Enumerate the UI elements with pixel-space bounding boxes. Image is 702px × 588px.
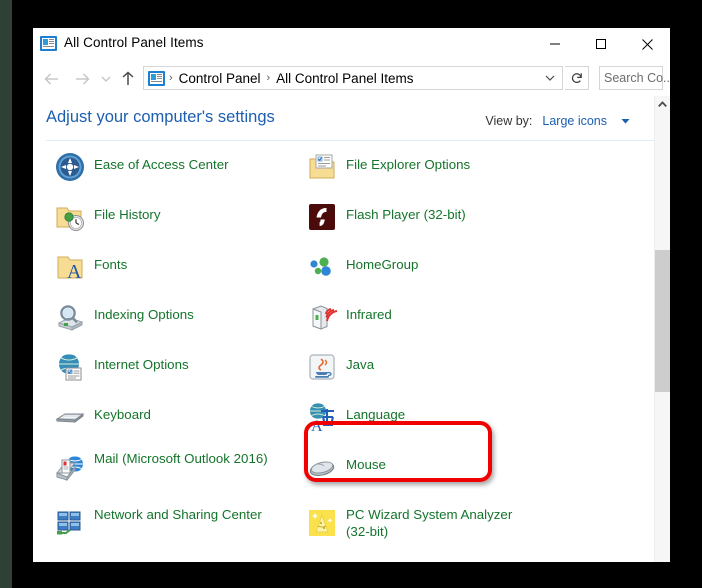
- close-button[interactable]: [624, 28, 670, 60]
- screenshot-root: All Control Panel Items: [0, 0, 702, 588]
- page-title: Adjust your computer's settings: [46, 108, 275, 127]
- control-panel-items-grid: Ease of Access Center: [46, 146, 657, 558]
- up-button[interactable]: [117, 68, 139, 90]
- language-icon: A: [298, 398, 346, 436]
- flash-player-icon: [298, 198, 346, 236]
- scroll-thumb[interactable]: [655, 250, 670, 392]
- control-panel-item-network-and-sharing-center[interactable]: Network and Sharing Center: [46, 502, 298, 558]
- item-label[interactable]: Language: [346, 398, 405, 423]
- back-arrow-icon: [43, 71, 61, 87]
- window-controls: [532, 28, 670, 60]
- breadcrumb-separator-2: ›: [262, 72, 274, 84]
- window-title: All Control Panel Items: [64, 35, 204, 50]
- search-box[interactable]: Search Co...: [599, 66, 663, 90]
- ease-of-access-icon: [46, 148, 94, 186]
- control-panel-icon: [40, 36, 57, 51]
- scroll-up-button[interactable]: [655, 96, 670, 113]
- refresh-button[interactable]: [565, 66, 589, 90]
- maximize-button[interactable]: [578, 28, 624, 60]
- maximize-icon: [595, 38, 607, 50]
- java-icon: [298, 348, 346, 386]
- chevron-down-icon: [544, 73, 556, 83]
- item-label[interactable]: Flash Player (32-bit): [346, 198, 466, 223]
- control-panel-item-pc-wizard-system-analyzer[interactable]: PC Wizard System Analyzer (32-bit): [298, 502, 550, 558]
- address-dropdown-button[interactable]: [538, 73, 562, 83]
- control-panel-item-file-explorer-options[interactable]: File Explorer Options: [298, 146, 550, 196]
- item-label[interactable]: Mail (Microsoft Outlook 2016): [94, 448, 268, 467]
- desktop-edge: [0, 0, 12, 588]
- svg-text:A: A: [311, 418, 323, 433]
- caret-down-icon[interactable]: [621, 112, 630, 130]
- control-panel-item-ease-of-access-center[interactable]: Ease of Access Center: [46, 146, 298, 196]
- item-label[interactable]: Indexing Options: [94, 298, 194, 323]
- item-label[interactable]: File Explorer Options: [346, 148, 470, 173]
- item-label[interactable]: File History: [94, 198, 161, 223]
- keyboard-icon: [46, 398, 94, 436]
- control-panel-item-file-history[interactable]: File History: [46, 196, 298, 246]
- vertical-scrollbar[interactable]: [654, 96, 670, 562]
- control-panel-item-mouse[interactable]: Mouse: [298, 446, 550, 496]
- svg-text:A: A: [67, 261, 82, 283]
- close-icon: [641, 38, 654, 51]
- control-panel-item-fonts[interactable]: A Fonts: [46, 246, 298, 296]
- minimize-button[interactable]: [532, 28, 578, 60]
- control-panel-item-flash-player[interactable]: Flash Player (32-bit): [298, 196, 550, 246]
- scroll-up-icon: [658, 101, 667, 108]
- item-label[interactable]: Java: [346, 348, 374, 373]
- breadcrumb-separator-1: ›: [165, 72, 177, 84]
- minimize-icon: [549, 38, 561, 50]
- header-divider: [46, 140, 657, 141]
- control-panel-item-infrared[interactable]: Infrared: [298, 296, 550, 346]
- breadcrumb-control-panel[interactable]: Control Panel: [177, 71, 263, 86]
- control-panel-window: All Control Panel Items: [33, 28, 670, 562]
- view-by-control[interactable]: View by: Large icons: [485, 112, 630, 130]
- window-title-bar: All Control Panel Items: [33, 28, 670, 60]
- item-label[interactable]: Infrared: [346, 298, 392, 323]
- item-label[interactable]: Ease of Access Center: [94, 148, 229, 173]
- indexing-options-icon: [46, 298, 94, 336]
- forward-button[interactable]: [71, 68, 93, 90]
- content-pane: Adjust your computer's settings View by:…: [33, 96, 670, 562]
- view-by-label: View by:: [485, 114, 532, 128]
- network-sharing-icon: [46, 504, 94, 542]
- pc-wizard-icon: [298, 504, 346, 542]
- control-panel-item-java[interactable]: Java: [298, 346, 550, 396]
- item-label[interactable]: PC Wizard System Analyzer (32-bit): [346, 504, 536, 540]
- content-header: Adjust your computer's settings View by:…: [33, 96, 670, 140]
- recent-locations-button[interactable]: [97, 68, 115, 90]
- item-label[interactable]: Mouse: [346, 448, 386, 473]
- refresh-icon: [570, 71, 584, 85]
- control-panel-item-language[interactable]: A Language: [298, 396, 550, 446]
- chevron-down-icon: [100, 74, 112, 84]
- control-panel-item-homegroup[interactable]: HomeGroup: [298, 246, 550, 296]
- search-input[interactable]: Search Co...: [604, 71, 670, 85]
- item-label[interactable]: Network and Sharing Center: [94, 504, 262, 523]
- view-by-value[interactable]: Large icons: [542, 114, 607, 128]
- back-button[interactable]: [41, 68, 63, 90]
- control-panel-item-internet-options[interactable]: Internet Options: [46, 346, 298, 396]
- item-label[interactable]: Keyboard: [94, 398, 151, 423]
- internet-options-icon: [46, 348, 94, 386]
- infrared-icon: [298, 298, 346, 336]
- mouse-icon: [298, 448, 346, 486]
- item-label[interactable]: Internet Options: [94, 348, 189, 373]
- control-panel-item-indexing-options[interactable]: Indexing Options: [46, 296, 298, 346]
- control-panel-item-mail[interactable]: Mail (Microsoft Outlook 2016): [46, 446, 298, 502]
- file-history-icon: [46, 198, 94, 236]
- fonts-icon: A: [46, 248, 94, 286]
- up-arrow-icon: [119, 70, 137, 88]
- file-explorer-options-icon: [298, 148, 346, 186]
- forward-arrow-icon: [73, 71, 91, 87]
- control-panel-breadcrumb-icon: [148, 71, 165, 86]
- control-panel-item-keyboard[interactable]: Keyboard: [46, 396, 298, 446]
- navigation-toolbar: › Control Panel › All Control Panel Item…: [33, 60, 670, 96]
- address-bar[interactable]: › Control Panel › All Control Panel Item…: [143, 66, 563, 90]
- breadcrumb-all-items[interactable]: All Control Panel Items: [274, 71, 415, 86]
- item-label[interactable]: Fonts: [94, 248, 127, 273]
- item-label[interactable]: HomeGroup: [346, 248, 418, 273]
- homegroup-icon: [298, 248, 346, 286]
- mail-icon: [46, 448, 94, 486]
